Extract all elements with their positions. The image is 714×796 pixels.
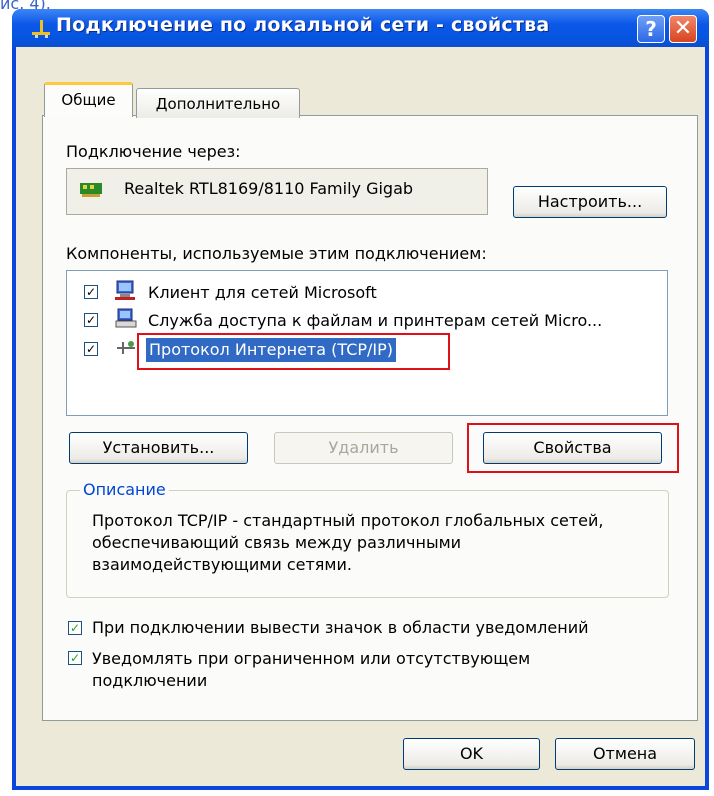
notify-icon-checkbox[interactable]: ✓ — [68, 621, 82, 635]
limited-connectivity-checkbox[interactable]: ✓ — [68, 651, 82, 665]
component-client-label[interactable]: Клиент для сетей Microsoft — [148, 283, 377, 302]
network-connection-icon — [32, 20, 50, 38]
notify-icon-label[interactable]: При подключении вывести значок в области… — [92, 618, 588, 637]
configure-button[interactable]: Настроить... — [513, 186, 667, 218]
components-label: Компоненты, используемые этим подключени… — [66, 244, 487, 263]
close-button[interactable]: ✕ — [669, 15, 697, 43]
highlight-frame-properties — [467, 423, 679, 473]
component-checkbox-file-service[interactable]: ✓ — [84, 313, 98, 327]
description-text: Протокол TCP/IP - стандартный протокол г… — [92, 511, 604, 574]
limited-connectivity-label[interactable]: Уведомлять при ограниченном или отсутств… — [92, 648, 632, 692]
tab-advanced[interactable]: Дополнительно — [136, 88, 300, 118]
connect-via-label: Подключение через: — [66, 142, 241, 161]
description-legend: Описание — [80, 480, 169, 499]
file-printer-service-icon — [115, 308, 137, 328]
network-client-icon — [115, 280, 135, 300]
install-button[interactable]: Установить... — [69, 432, 248, 464]
adapter-name: Realtek RTL8169/8110 Family Gigab — [124, 179, 414, 198]
highlight-frame-tcpip — [137, 333, 450, 370]
component-checkbox-tcpip[interactable]: ✓ — [84, 342, 98, 356]
remove-button: Удалить — [274, 432, 453, 464]
ok-button[interactable]: OK — [403, 738, 540, 770]
component-file-service-label[interactable]: Служба доступа к файлам и принтерам сете… — [148, 311, 602, 330]
network-adapter-icon — [80, 183, 102, 197]
dialog-title: Подключение по локальной сети - свойства — [56, 14, 550, 36]
component-checkbox-client[interactable]: ✓ — [84, 285, 98, 299]
help-button[interactable]: ? — [637, 15, 665, 43]
tab-general[interactable]: Общие — [44, 82, 133, 117]
cancel-button[interactable]: Отмена — [555, 738, 695, 770]
protocol-icon — [117, 341, 135, 354]
